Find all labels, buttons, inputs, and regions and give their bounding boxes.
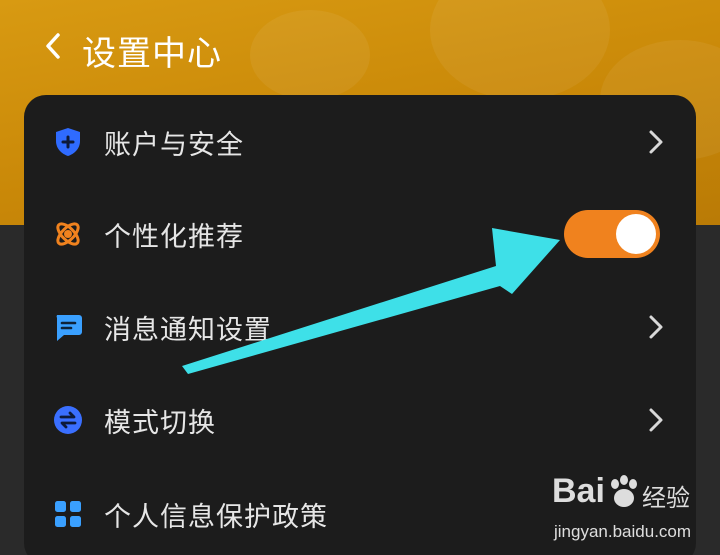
watermark-logo: Bai: [552, 472, 605, 510]
settings-item-mode-switch[interactable]: 模式切换: [24, 373, 696, 467]
settings-item-label: 模式切换: [104, 407, 216, 439]
back-button[interactable]: [38, 28, 68, 64]
watermark-brand: 经验: [642, 484, 690, 512]
toggle-knob: [616, 214, 656, 254]
settings-item-label: 个性化推荐: [104, 221, 244, 253]
settings-item-personalized-recommendation: 个性化推荐: [24, 187, 696, 281]
settings-item-label: 消息通知设置: [104, 314, 272, 346]
shield-plus-icon: [52, 126, 84, 158]
settings-item-label: 个人信息保护政策: [104, 501, 328, 533]
chevron-left-icon: [46, 33, 60, 59]
settings-item-notifications[interactable]: 消息通知设置: [24, 280, 696, 374]
switch-circle-icon: [52, 404, 84, 436]
watermark: Bai 经验 jingyan.baidu.com: [548, 470, 720, 555]
page-title: 设置中心: [82, 34, 222, 74]
atom-icon: [52, 218, 84, 250]
top-bar: 设置中心: [0, 0, 720, 95]
chevron-right-icon: [646, 128, 666, 156]
chevron-right-icon: [646, 406, 666, 434]
personalized-recommendation-toggle[interactable]: [564, 210, 660, 258]
settings-item-account-security[interactable]: 账户与安全: [24, 95, 696, 189]
paw-icon: [611, 475, 637, 507]
grid-apps-icon: [52, 498, 84, 530]
settings-item-label: 账户与安全: [104, 129, 244, 161]
watermark-url: jingyan.baidu.com: [554, 522, 692, 541]
chat-bubble-icon: [52, 311, 84, 343]
chevron-right-icon: [646, 313, 666, 341]
